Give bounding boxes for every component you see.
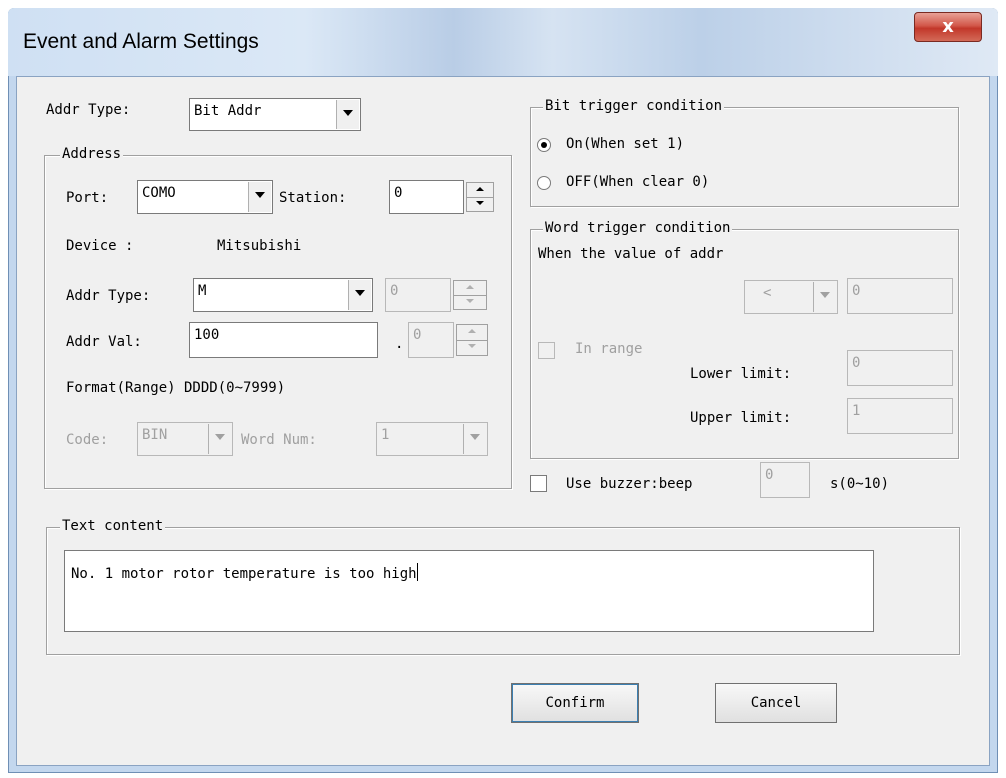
addr-val-sub-input: 0	[408, 322, 454, 358]
confirm-button[interactable]: Confirm	[511, 683, 639, 723]
addr-type-sub-select[interactable]: M	[193, 278, 373, 312]
chevron-down-icon[interactable]	[348, 280, 371, 310]
addr-val-label: Addr Val:	[66, 334, 142, 350]
bit-trigger-on-radio[interactable]	[537, 138, 551, 152]
port-select-value: COMO	[142, 185, 176, 201]
format-range-text: Format(Range) DDDD(0~7999)	[66, 380, 286, 396]
in-range-label: In range	[575, 341, 643, 357]
chevron-down-icon	[463, 424, 486, 454]
code-select: BIN	[137, 422, 233, 456]
port-label: Port:	[66, 190, 109, 206]
upper-limit-value: 1	[852, 403, 861, 419]
beep-seconds-input: 0	[760, 462, 810, 498]
close-button[interactable]: x	[914, 12, 982, 42]
spin-up-icon	[457, 325, 487, 341]
addr-val-sub-spinner	[456, 324, 488, 356]
word-trigger-group-title: Word trigger condition	[543, 220, 733, 236]
compare-value-input: 0	[847, 278, 953, 314]
spin-down-icon	[454, 295, 486, 309]
device-label: Device :	[66, 238, 134, 254]
station-label: Station:	[279, 190, 347, 206]
addr-val-sub-value: 0	[413, 327, 422, 343]
spin-up-icon[interactable]	[467, 183, 493, 198]
beep-seconds-value: 0	[765, 467, 774, 483]
station-input-value: 0	[394, 185, 403, 201]
port-select[interactable]: COMO	[137, 180, 273, 214]
code-select-value: BIN	[142, 427, 168, 443]
station-input[interactable]: 0	[389, 180, 464, 214]
addr-type-spin-value: 0	[390, 283, 399, 299]
addr-type-spinner	[453, 280, 487, 310]
addr-type-sub-label: Addr Type:	[66, 288, 151, 304]
upper-limit-input: 1	[847, 398, 953, 434]
text-content-value-wrap: No. 1 motor rotor temperature is too hig…	[71, 563, 418, 582]
cancel-button[interactable]: Cancel	[715, 683, 837, 723]
upper-limit-label: Upper limit:	[690, 410, 792, 426]
window-title: Event and Alarm Settings	[23, 30, 259, 53]
text-cursor	[416, 563, 418, 581]
word-num-label: Word Num:	[241, 432, 317, 448]
use-buzzer-label[interactable]: Use buzzer:beep	[566, 476, 692, 492]
addr-type-select[interactable]: Bit Addr	[189, 98, 361, 131]
compare-value: 0	[852, 283, 861, 299]
operator-select: <	[744, 280, 838, 314]
address-group-title: Address	[60, 146, 124, 162]
addr-type-sub-select-value: M	[198, 283, 207, 299]
bit-trigger-off-radio[interactable]	[537, 176, 551, 190]
chevron-down-icon	[813, 282, 836, 312]
bit-trigger-off-label[interactable]: OFF(When clear 0)	[566, 174, 709, 190]
spin-down-icon[interactable]	[467, 197, 493, 211]
text-content-value: No. 1 motor rotor temperature is too hig…	[71, 566, 417, 582]
text-content-input[interactable]: No. 1 motor rotor temperature is too hig…	[64, 550, 874, 632]
in-range-checkbox	[538, 342, 555, 359]
addr-type-select-value: Bit Addr	[194, 103, 262, 119]
addr-val-input-value: 100	[194, 327, 220, 343]
bit-trigger-on-label[interactable]: On(When set 1)	[566, 136, 684, 152]
bit-trigger-group	[530, 107, 959, 207]
lower-limit-input: 0	[847, 350, 953, 386]
text-content-group-title: Text content	[60, 518, 166, 534]
beep-unit-label: s(0~10)	[830, 476, 890, 492]
addr-val-separator: .	[395, 336, 404, 352]
spin-down-icon	[457, 340, 487, 355]
chevron-down-icon	[208, 424, 231, 454]
word-trigger-description: When the value of addr	[538, 246, 724, 262]
chevron-down-icon[interactable]	[248, 182, 271, 212]
device-value: Mitsubishi	[217, 238, 302, 254]
code-label: Code:	[66, 432, 109, 448]
spin-up-icon	[454, 281, 486, 296]
addr-type-label: Addr Type:	[46, 102, 131, 118]
addr-val-input[interactable]: 100	[189, 322, 378, 358]
word-num-select: 1	[376, 422, 488, 456]
addr-type-spin-input: 0	[385, 278, 451, 312]
word-num-select-value: 1	[381, 427, 390, 443]
bit-trigger-group-title: Bit trigger condition	[543, 98, 725, 114]
chevron-down-icon[interactable]	[336, 100, 359, 129]
station-spinner[interactable]	[466, 182, 494, 212]
use-buzzer-checkbox[interactable]	[530, 475, 547, 492]
operator-select-value: <	[763, 285, 772, 301]
lower-limit-value: 0	[852, 355, 861, 371]
lower-limit-label: Lower limit:	[690, 366, 792, 382]
